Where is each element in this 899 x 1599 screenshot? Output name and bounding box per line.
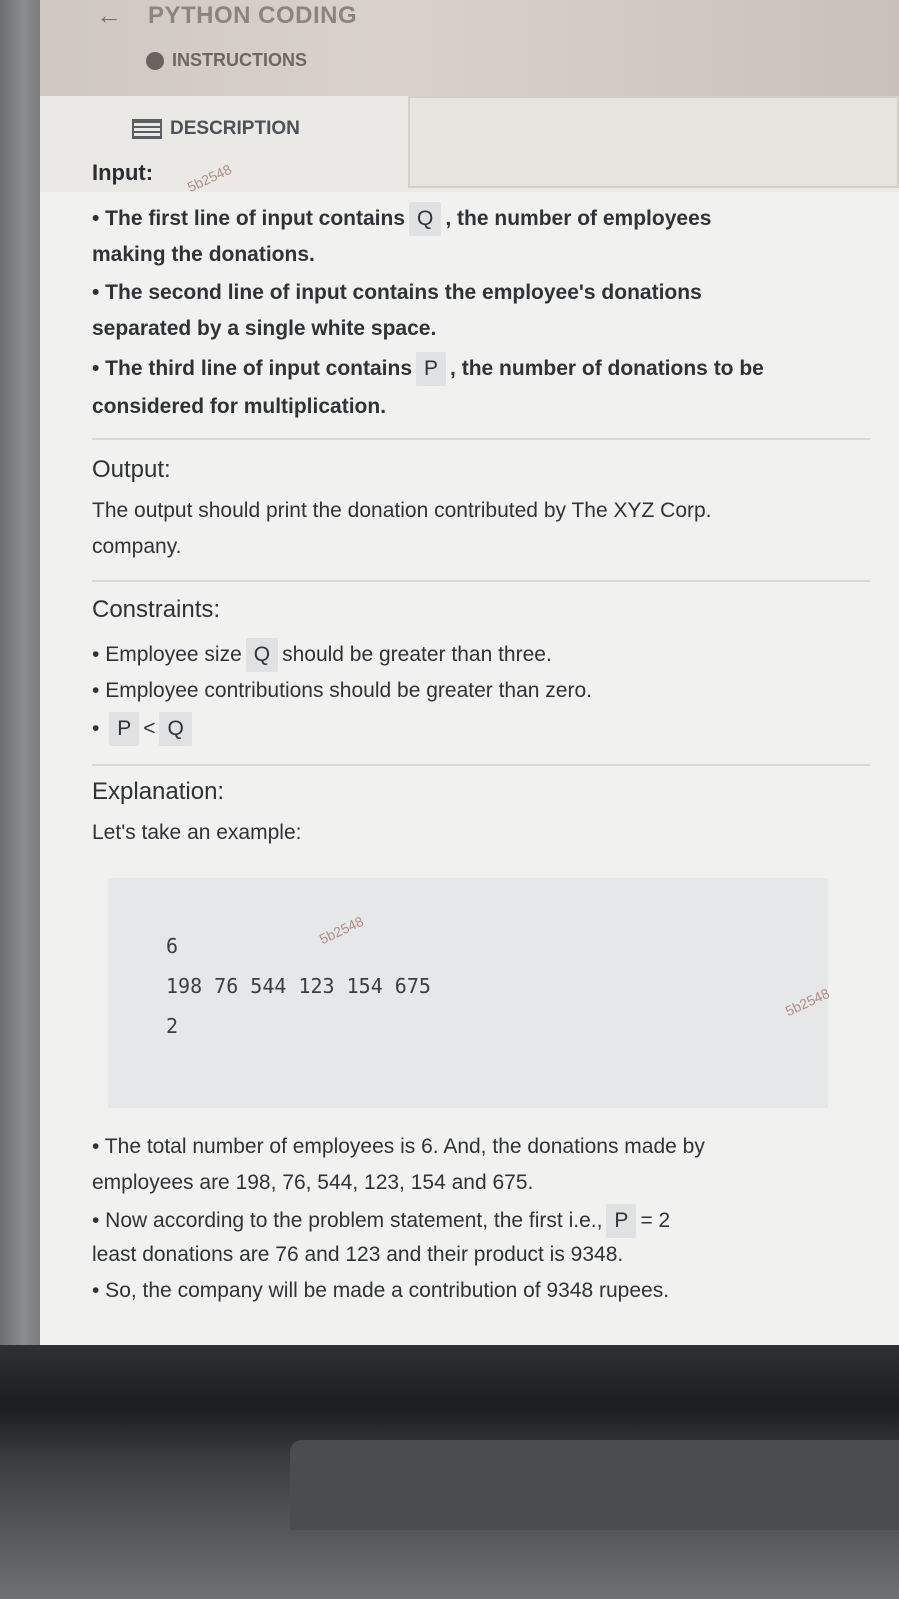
divider: [92, 580, 870, 582]
output-heading: Output:: [92, 456, 171, 483]
constraints-heading: Constraints:: [92, 596, 221, 623]
explanation-bullet-2: • Now according to the problem statement…: [92, 1204, 670, 1238]
description-label: DESCRIPTION: [170, 118, 300, 139]
explanation-bullet-3: • So, the company will be made a contrib…: [92, 1279, 670, 1302]
laptop-hinge: [290, 1440, 899, 1530]
screen: ← PYTHON CODING INSTRUCTIONS DESCRIPTION…: [40, 0, 899, 1345]
code-line: 6: [166, 934, 179, 958]
input-line-3: • The third line of input contains P, the…: [92, 352, 764, 386]
explanation-bullet-1-cont: employees are 198, 76, 544, 123, 154 and…: [92, 1171, 534, 1194]
input-heading: Input:: [92, 160, 154, 185]
explanation-bullet-2-cont: least donations are 76 and 123 and their…: [92, 1243, 624, 1266]
example-code-block: 6 198 76 544 123 154 675 2 5b2548 5b2548: [108, 878, 832, 1108]
app-title: PYTHON CODING: [148, 2, 358, 29]
editor-panel: [408, 96, 899, 188]
var-q: Q: [409, 202, 442, 236]
info-icon: [146, 51, 164, 70]
divider: [92, 764, 870, 766]
var-p: P: [416, 352, 447, 386]
instructions-tab[interactable]: INSTRUCTIONS: [146, 50, 307, 71]
output-text-1: The output should print the donation con…: [92, 499, 712, 522]
constraint-3: • P < Q: [92, 712, 196, 746]
top-header: ← PYTHON CODING INSTRUCTIONS: [40, 0, 899, 96]
output-text-2: company.: [92, 535, 182, 558]
input-line-2-cont: separated by a single white space.: [92, 317, 437, 340]
description-icon: [132, 119, 162, 139]
explanation-bullet-1: • The total number of employees is 6. An…: [92, 1135, 705, 1158]
tab-description[interactable]: DESCRIPTION: [132, 118, 300, 140]
divider: [92, 438, 870, 440]
code-line: 198 76 544 123 154 675: [166, 974, 431, 998]
instructions-label: INSTRUCTIONS: [172, 50, 307, 70]
input-line-3-cont: considered for multiplication.: [92, 395, 387, 418]
watermark: 5b2548: [316, 912, 366, 948]
explanation-intro: Let's take an example:: [92, 821, 302, 844]
constraint-2: • Employee contributions should be great…: [92, 679, 592, 702]
constraint-1: • Employee size Qshould be greater than t…: [92, 638, 552, 672]
input-line-1: • The first line of input contains Q, the…: [92, 202, 711, 236]
input-line-1-cont: making the donations.: [92, 243, 315, 266]
watermark: 5b2548: [782, 984, 832, 1020]
input-line-2: • The second line of input contains the …: [92, 281, 702, 304]
arrow-left-icon[interactable]: ←: [96, 0, 122, 31]
code-line: 2: [166, 1014, 179, 1038]
explanation-heading: Explanation:: [92, 778, 225, 805]
